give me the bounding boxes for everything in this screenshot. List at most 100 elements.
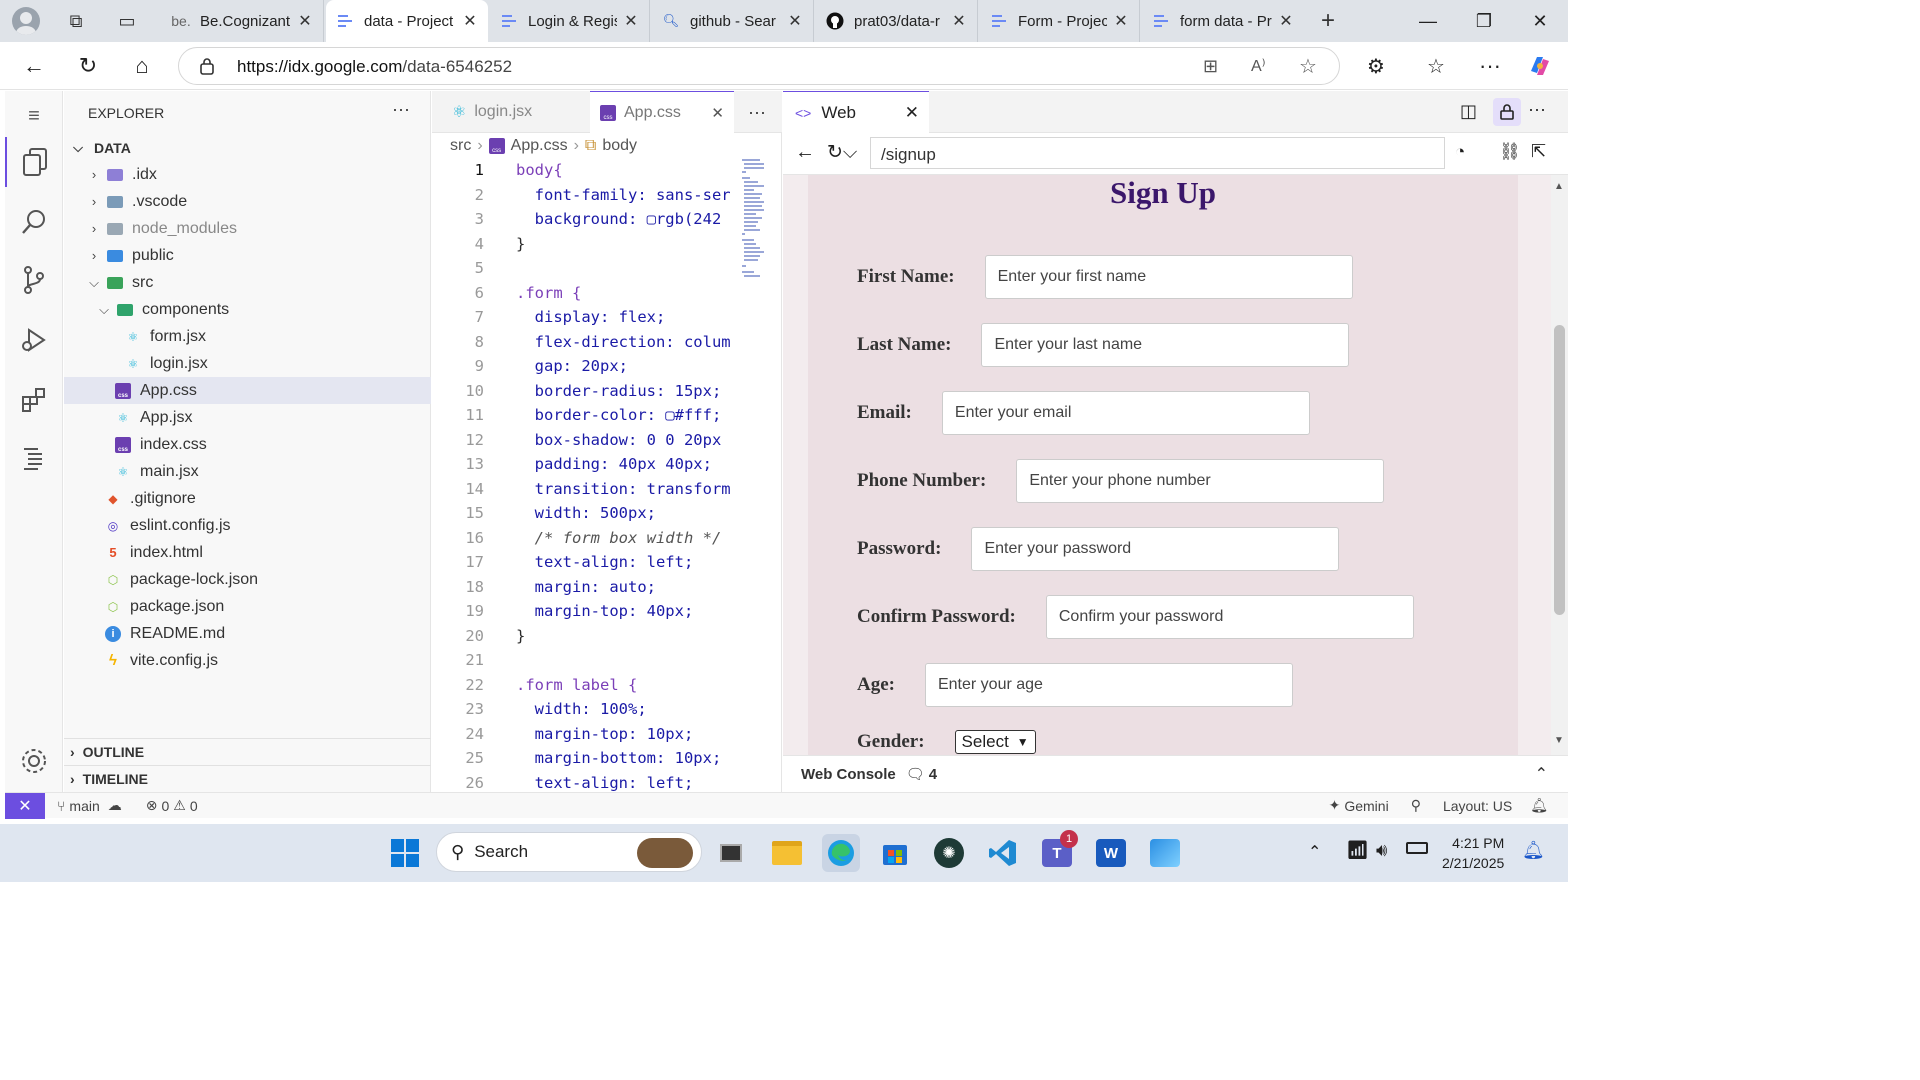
- photos-icon[interactable]: [1146, 834, 1184, 872]
- sync-icon[interactable]: ☁︎: [108, 797, 122, 814]
- tree-file-index-html[interactable]: 5 index.html: [64, 539, 431, 566]
- workspace-root[interactable]: ⌵ DATA: [64, 134, 431, 161]
- link-icon[interactable]: ⛓: [1499, 142, 1521, 162]
- close-tab-icon[interactable]: ✕: [905, 103, 919, 123]
- error-count[interactable]: 0: [162, 798, 170, 814]
- breadcrumb-item[interactable]: src: [450, 137, 471, 155]
- windows-start-icon[interactable]: [386, 834, 424, 872]
- close-window-icon[interactable]: ✕: [1512, 0, 1568, 42]
- copilot-icon[interactable]: [1526, 52, 1554, 80]
- tree-folder-src[interactable]: ⌵ src: [64, 269, 431, 296]
- breadcrumb-item[interactable]: body: [602, 137, 637, 155]
- scroll-up-icon[interactable]: ▲: [1554, 181, 1564, 192]
- battery-icon[interactable]: [1406, 842, 1428, 854]
- teams-icon[interactable]: T1: [1038, 830, 1078, 872]
- more-actions-icon[interactable]: ···: [1528, 99, 1546, 120]
- clock[interactable]: 4:21 PM 2/21/2025: [1442, 833, 1504, 873]
- branch-name[interactable]: main: [69, 798, 99, 814]
- minimize-icon[interactable]: —: [1400, 0, 1456, 42]
- edge-browser-icon[interactable]: [822, 834, 860, 872]
- outline-section[interactable]: › OUTLINE: [64, 738, 431, 765]
- timeline-section[interactable]: › TIMELINE: [64, 765, 431, 792]
- file-explorer-icon[interactable]: [768, 834, 806, 872]
- tree-file-package-lock[interactable]: ⬡ package-lock.json: [64, 566, 431, 593]
- settings-gear-icon[interactable]: [5, 736, 63, 786]
- account-icon[interactable]: ⚲: [1411, 797, 1421, 814]
- favorites-icon[interactable]: ☆: [1422, 52, 1450, 80]
- url-field[interactable]: https://idx.google.com/data-6546252 ⊞ A⁾…: [178, 47, 1340, 85]
- new-tab-icon[interactable]: +: [1316, 9, 1340, 33]
- open-external-icon[interactable]: ⇱: [1531, 141, 1546, 162]
- web-console-bar[interactable]: Web Console 🗨︎ 4 ⌃: [783, 755, 1568, 792]
- editor-tab-app-css[interactable]: css App.css ✕: [590, 91, 734, 133]
- close-tab-icon[interactable]: ✕: [1113, 11, 1129, 31]
- warning-count[interactable]: 0: [190, 798, 198, 814]
- search-icon[interactable]: [5, 197, 63, 247]
- last-name-input[interactable]: Enter your last name: [981, 323, 1350, 367]
- wifi-icon[interactable]: 📶︎: [1346, 840, 1369, 861]
- explorer-icon[interactable]: [5, 137, 63, 187]
- password-input[interactable]: Enter your password: [971, 527, 1340, 571]
- notification-bell-icon[interactable]: 🔔︎: [1530, 797, 1548, 814]
- tree-folder-components[interactable]: ⌵ components: [64, 296, 431, 323]
- close-tab-icon[interactable]: ✕: [623, 11, 639, 31]
- performance-gauge-icon[interactable]: ◔: [1455, 142, 1465, 162]
- profile-avatar[interactable]: [12, 7, 40, 35]
- extensions-icon[interactable]: [5, 375, 63, 425]
- chevron-up-icon[interactable]: ⌃: [1535, 764, 1548, 784]
- web-path-input[interactable]: /signup: [870, 137, 1445, 169]
- editor-more-icon[interactable]: ···: [738, 91, 776, 133]
- microsoft-store-icon[interactable]: [876, 834, 914, 872]
- breadcrumb-item[interactable]: App.css: [511, 137, 568, 155]
- tree-file-index-css[interactable]: css index.css: [64, 431, 431, 458]
- browser-tab-form-project[interactable]: Form - Projec ✕: [980, 0, 1140, 42]
- extensions-icon[interactable]: ⚙: [1362, 52, 1390, 80]
- tree-file-main-jsx[interactable]: ⚛ main.jsx: [64, 458, 431, 485]
- volume-icon[interactable]: 🔊︎: [1376, 840, 1387, 861]
- confirm-password-input[interactable]: Confirm your password: [1045, 595, 1414, 639]
- menu-icon[interactable]: ≡: [5, 91, 63, 141]
- close-tab-icon[interactable]: ✕: [1278, 11, 1294, 31]
- gender-select[interactable]: Select ▼: [954, 730, 1036, 754]
- tree-file-app-jsx[interactable]: ⚛ App.jsx: [64, 404, 431, 431]
- tree-folder-node-modules[interactable]: › node_modules: [64, 215, 431, 242]
- tree-file-eslint-config[interactable]: ◎ eslint.config.js: [64, 512, 431, 539]
- source-control-icon[interactable]: [5, 255, 63, 305]
- word-icon[interactable]: W: [1092, 834, 1130, 872]
- chevron-up-icon[interactable]: ⌃: [1308, 842, 1321, 862]
- tree-folder-public[interactable]: › public: [64, 242, 431, 269]
- tree-file-form-jsx[interactable]: ⚛ form.jsx: [64, 323, 431, 350]
- explorer-more-icon[interactable]: ···: [392, 99, 410, 120]
- more-menu-icon[interactable]: ···: [1476, 52, 1504, 80]
- tree-file-readme[interactable]: i README.md: [64, 620, 431, 647]
- age-input[interactable]: Enter your age: [924, 663, 1293, 707]
- task-view-icon[interactable]: [712, 834, 750, 872]
- scrollbar-thumb[interactable]: [1554, 325, 1565, 615]
- workspaces-icon[interactable]: ⧉: [64, 9, 88, 33]
- tab-actions-icon[interactable]: ▭: [115, 9, 139, 33]
- app-available-icon[interactable]: ⊞: [1203, 56, 1218, 77]
- preview-scrollbar[interactable]: ▲ ▼: [1551, 175, 1568, 755]
- close-tab-icon[interactable]: ✕: [787, 11, 803, 31]
- tree-folder-idx[interactable]: › .idx: [64, 161, 431, 188]
- browser-tab-github-search[interactable]: 🔍︎ github - Sear ✕: [652, 0, 814, 42]
- back-icon[interactable]: ←: [20, 52, 48, 80]
- lock-toggle-icon[interactable]: [1493, 98, 1521, 126]
- read-aloud-icon[interactable]: A⁾: [1251, 56, 1266, 76]
- minimap[interactable]: [742, 159, 766, 289]
- run-debug-icon[interactable]: [5, 315, 63, 365]
- scroll-down-icon[interactable]: ▼: [1554, 735, 1564, 746]
- tree-file-gitignore[interactable]: ◆ .gitignore: [64, 485, 431, 512]
- browser-tab-becognizant[interactable]: be. Be.Cognizant ✕: [162, 0, 324, 42]
- browser-tab-form-data[interactable]: form data - Pr ✕: [1142, 0, 1304, 42]
- gemini-label[interactable]: Gemini: [1344, 798, 1388, 814]
- close-tab-icon[interactable]: ✕: [711, 104, 724, 122]
- tree-file-package-json[interactable]: ⬡ package.json: [64, 593, 431, 620]
- home-icon[interactable]: ⌂: [128, 52, 156, 80]
- editor-tab-login-jsx[interactable]: ⚛ login.jsx: [442, 91, 582, 133]
- close-tab-icon[interactable]: ✕: [951, 11, 967, 31]
- web-tab[interactable]: <> Web ✕: [783, 91, 929, 133]
- remote-icon[interactable]: ✕: [5, 792, 45, 819]
- outline-list-icon[interactable]: [5, 433, 63, 483]
- tree-folder-vscode[interactable]: › .vscode: [64, 188, 431, 215]
